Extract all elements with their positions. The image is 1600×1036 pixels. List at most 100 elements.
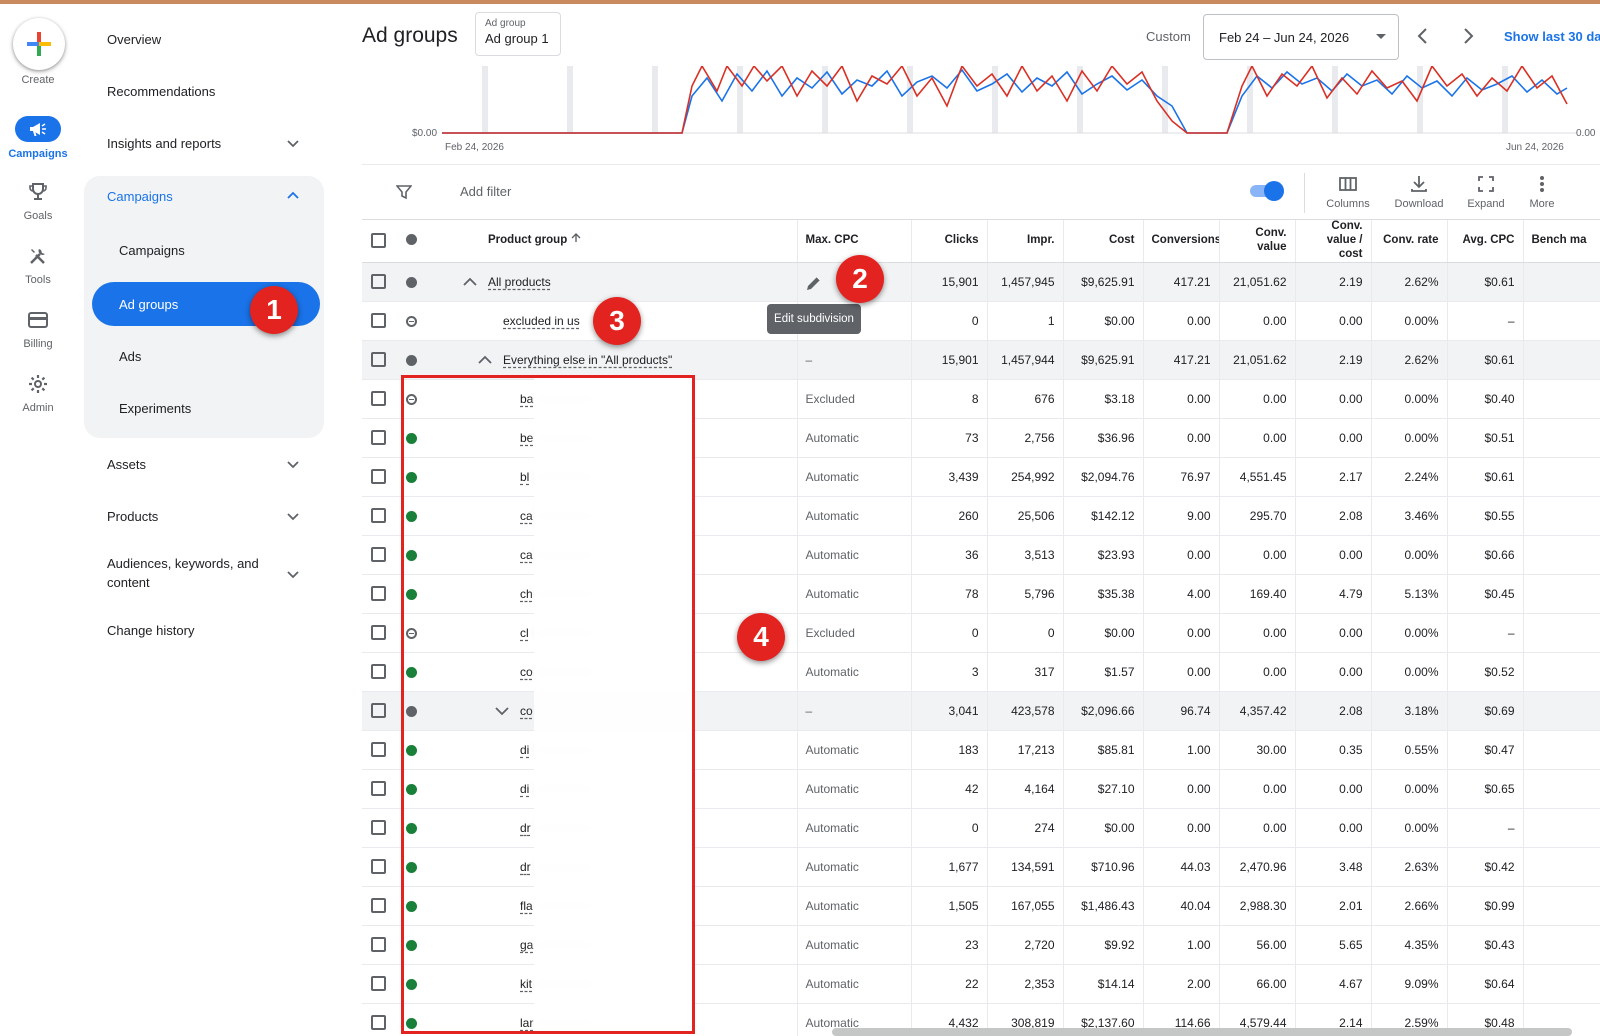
product-group-link[interactable]: cl	[520, 626, 529, 640]
nav-item-overview[interactable]: Overview	[84, 19, 324, 59]
max-cpc-cell[interactable]: –	[797, 691, 911, 730]
header-impr[interactable]: Impr.	[987, 220, 1063, 262]
product-group-link[interactable]: lar	[520, 1016, 533, 1030]
max-cpc-cell[interactable]: Automatic	[797, 652, 911, 691]
nav-item-products[interactable]: Products	[84, 496, 324, 536]
product-group-link[interactable]: dr	[520, 860, 531, 874]
row-checkbox[interactable]	[371, 469, 386, 484]
horizontal-scrollbar[interactable]	[832, 1028, 1572, 1036]
table-row[interactable]: excluded in usExcluded01$0.000.000.000.0…	[362, 301, 1600, 340]
product-group-link[interactable]: excluded in us	[503, 314, 580, 328]
max-cpc-cell[interactable]: Excluded	[797, 613, 911, 652]
product-group-link[interactable]: be	[520, 431, 533, 445]
max-cpc-cell[interactable]: Automatic	[797, 808, 911, 847]
rail-item-campaigns[interactable]: Campaigns	[0, 116, 76, 172]
row-checkbox[interactable]	[371, 664, 386, 679]
max-cpc-cell[interactable]: Automatic	[797, 730, 911, 769]
row-checkbox[interactable]	[371, 703, 386, 718]
collapse-chevron-icon[interactable]	[477, 353, 493, 367]
product-group-link[interactable]: di	[520, 782, 529, 796]
max-cpc-cell[interactable]: Automatic	[797, 574, 911, 613]
max-cpc-cell[interactable]: Automatic	[797, 496, 911, 535]
download-button[interactable]: Download	[1388, 173, 1450, 217]
header-product-group[interactable]: Product group	[428, 220, 797, 262]
max-cpc-cell[interactable]: Automatic	[797, 769, 911, 808]
max-cpc-cell[interactable]: Excluded	[797, 379, 911, 418]
max-cpc-cell[interactable]: –	[797, 340, 911, 379]
rail-item-goals[interactable]: Goals	[0, 180, 76, 236]
create-button[interactable]	[13, 18, 65, 70]
header-conv-value-cost[interactable]: Conv. value / cost	[1295, 220, 1371, 262]
header-conv-value[interactable]: Conv. value	[1219, 220, 1295, 262]
header-conversions[interactable]: Conversions	[1143, 220, 1219, 262]
date-range-picker[interactable]: Feb 24 – Jun 24, 2026	[1203, 14, 1399, 60]
rail-item-tools[interactable]: Tools	[0, 244, 76, 300]
row-checkbox[interactable]	[371, 508, 386, 523]
product-group-link[interactable]: dr	[520, 821, 531, 835]
row-checkbox[interactable]	[371, 742, 386, 757]
row-checkbox[interactable]	[371, 781, 386, 796]
nav-sub-experiments[interactable]: Experiments	[84, 386, 324, 430]
product-group-link[interactable]: kit	[520, 977, 532, 991]
max-cpc-cell[interactable]: Automatic	[797, 886, 911, 925]
max-cpc-cell[interactable]: Automatic	[797, 964, 911, 1003]
columns-button[interactable]: Columns	[1320, 173, 1376, 217]
row-checkbox[interactable]	[371, 547, 386, 562]
product-group-link[interactable]: ca	[520, 509, 533, 523]
product-group-link[interactable]: fla	[520, 899, 533, 913]
row-checkbox[interactable]	[371, 391, 386, 406]
product-group-link[interactable]: bl	[520, 470, 529, 484]
max-cpc-cell[interactable]: Automatic	[797, 535, 911, 574]
nav-item-audiences[interactable]: Audiences, keywords, and content	[84, 548, 324, 600]
segment-toggle[interactable]	[1250, 181, 1284, 199]
row-checkbox[interactable]	[371, 937, 386, 952]
filter-icon[interactable]	[396, 184, 412, 200]
max-cpc-cell[interactable]: Automatic	[797, 847, 911, 886]
collapse-chevron-icon[interactable]	[462, 275, 478, 289]
product-group-link[interactable]: All products	[488, 275, 551, 289]
row-checkbox[interactable]	[371, 898, 386, 913]
ad-group-selector[interactable]: Ad group Ad group 1	[475, 12, 561, 56]
product-group-link[interactable]: Everything else in "All products"	[503, 353, 672, 367]
more-button[interactable]: More	[1522, 173, 1562, 217]
expand-button[interactable]: Expand	[1460, 173, 1512, 217]
row-checkbox[interactable]	[371, 859, 386, 874]
row-checkbox[interactable]	[371, 274, 386, 289]
rail-item-billing[interactable]: Billing	[0, 308, 76, 364]
nav-section-campaigns[interactable]: Campaigns	[84, 176, 324, 216]
expand-chevron-icon[interactable]	[494, 704, 510, 718]
header-clicks[interactable]: Clicks	[911, 220, 987, 262]
row-checkbox[interactable]	[371, 976, 386, 991]
table-row[interactable]: Everything else in "All products" –15,901…	[362, 340, 1600, 379]
row-checkbox[interactable]	[371, 586, 386, 601]
product-group-link[interactable]: ga	[520, 938, 533, 952]
nav-item-recommendations[interactable]: Recommendations	[84, 71, 324, 111]
rail-item-admin[interactable]: Admin	[0, 372, 76, 428]
show-last-30-days-link[interactable]: Show last 30 days	[1504, 29, 1600, 44]
row-checkbox[interactable]	[371, 352, 386, 367]
nav-item-change-history[interactable]: Change history	[84, 610, 324, 650]
product-group-link[interactable]: ba	[520, 392, 533, 406]
select-all-checkbox[interactable]	[371, 233, 386, 248]
product-group-link[interactable]: co	[520, 704, 533, 718]
product-group-link[interactable]: co	[520, 665, 533, 679]
header-benchmark[interactable]: Bench ma	[1523, 220, 1600, 262]
table-row[interactable]: All products 15,901 1,457,945 $9,625.91 417.…	[362, 262, 1600, 301]
row-checkbox[interactable]	[371, 625, 386, 640]
product-group-link[interactable]: ch	[520, 587, 533, 601]
previous-period-icon[interactable]	[1413, 26, 1433, 46]
product-group-link[interactable]: ca	[520, 548, 533, 562]
nav-sub-campaigns[interactable]: Campaigns	[84, 228, 324, 272]
max-cpc-cell[interactable]: Automatic	[797, 925, 911, 964]
nav-item-insights[interactable]: Insights and reports	[84, 123, 324, 163]
row-checkbox[interactable]	[371, 313, 386, 328]
header-conv-rate[interactable]: Conv. rate	[1371, 220, 1447, 262]
next-period-icon[interactable]	[1458, 26, 1478, 46]
header-avg-cpc[interactable]: Avg. CPC	[1447, 220, 1523, 262]
row-checkbox[interactable]	[371, 820, 386, 835]
row-checkbox[interactable]	[371, 430, 386, 445]
max-cpc-cell[interactable]: Automatic	[797, 418, 911, 457]
row-checkbox[interactable]	[371, 1015, 386, 1030]
nav-item-assets[interactable]: Assets	[84, 444, 324, 484]
header-cost[interactable]: Cost	[1063, 220, 1143, 262]
